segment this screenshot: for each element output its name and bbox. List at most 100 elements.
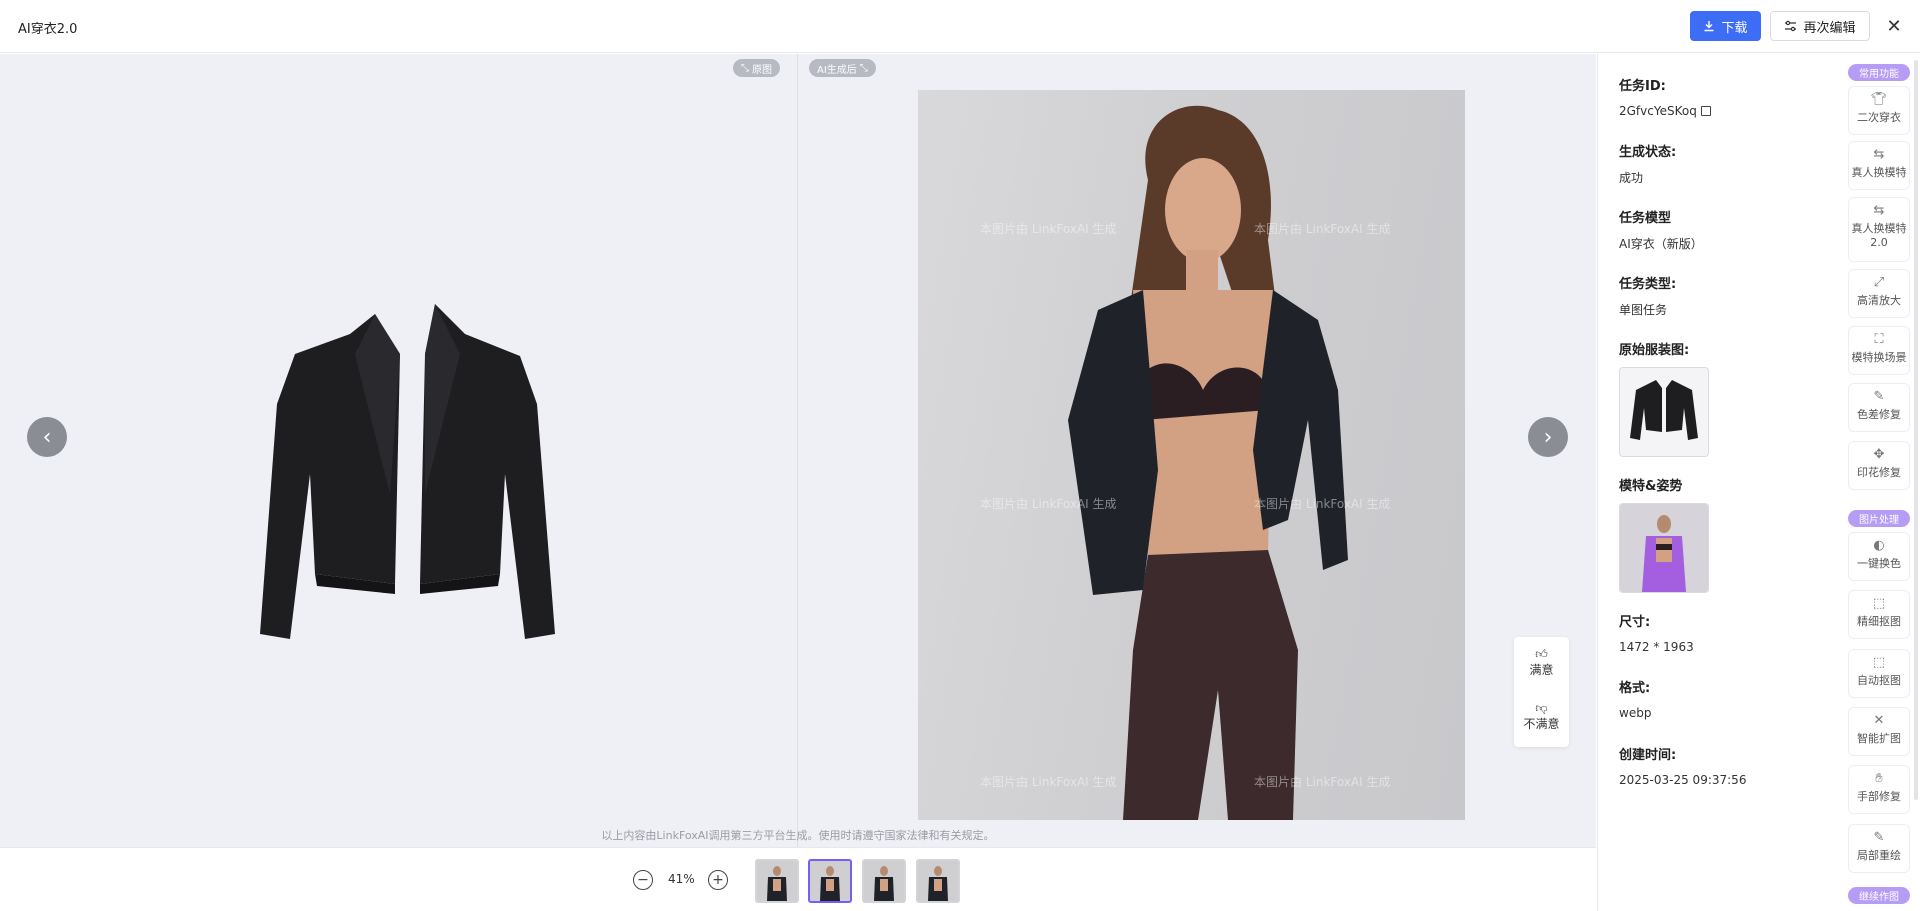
close-icon[interactable]: ✕: [1883, 15, 1905, 37]
zoom-in-icon[interactable]: +: [708, 870, 728, 890]
zoom-footer: − 41% +: [0, 847, 1596, 911]
result-thumbnail[interactable]: [862, 859, 906, 903]
swap-icon: ⇆: [1873, 203, 1885, 218]
tool-expand[interactable]: ✕ 智能扩图: [1848, 707, 1910, 756]
task-info-panel: 任务ID: 2GfvcYeSKoq 生成状态: 成功 任务模型 AI穿衣（新版）…: [1597, 54, 1841, 911]
created-label: 创建时间:: [1619, 748, 1677, 763]
category-image: 图片处理: [1848, 510, 1910, 527]
ai-result-image: 本图片由 LinkFoxAI 生成 本图片由 LinkFoxAI 生成 本图片由…: [918, 90, 1465, 820]
next-arrow-icon[interactable]: ›: [1528, 417, 1568, 457]
task-id-value: 2GfvcYeSKoq: [1619, 104, 1697, 118]
copy-icon[interactable]: [1700, 106, 1711, 116]
auto-cutout-icon: ⬚: [1872, 655, 1886, 670]
task-id-label: 任务ID:: [1619, 79, 1666, 94]
original-image-pill: ⤡ 原图: [733, 59, 780, 77]
format-value: webp: [1619, 706, 1652, 720]
satisfied-button[interactable]: 👍︎ 满意: [1514, 647, 1569, 678]
size-label: 尺寸:: [1619, 615, 1651, 630]
tool-label: 手部修复: [1857, 790, 1901, 803]
feature-toolbar: 常用功能 👕︎ 二次穿衣 ⇆ 真人换模特 ⇆ 真人换模特2.0 ⤢ 高清放大 ⛶…: [1842, 54, 1920, 911]
watermark: 本图片由 LinkFoxAI 生成: [1254, 222, 1391, 236]
thumbs-down-icon: 👎︎: [1535, 701, 1548, 715]
compare-divider[interactable]: [797, 54, 798, 847]
expand-icon: ✕: [1873, 713, 1885, 728]
tool-label: 局部重绘: [1857, 849, 1901, 862]
model-value: AI穿衣（新版）: [1619, 237, 1703, 251]
type-value: 单图任务: [1619, 303, 1668, 317]
recolor-icon: ◐: [1873, 538, 1885, 553]
watermark: 本图片由 LinkFoxAI 生成: [980, 497, 1117, 511]
swap-icon: ⇆: [1873, 147, 1885, 162]
tool-inpaint[interactable]: ✎ 局部重绘: [1848, 824, 1910, 873]
download-label: 下载: [1721, 20, 1748, 36]
brush-icon: ✎: [1873, 389, 1885, 404]
model-pose-thumbnail[interactable]: [1619, 503, 1709, 593]
watermark: 本图片由 LinkFoxAI 生成: [1254, 775, 1391, 789]
scene-icon: ⛶: [1874, 332, 1884, 347]
tool-label: 自动抠图: [1857, 674, 1901, 687]
status-label: 生成状态:: [1619, 145, 1677, 160]
reedit-label: 再次编辑: [1803, 20, 1856, 36]
thumbs-up-icon: 👍︎: [1535, 647, 1548, 661]
original-garment-thumbnail[interactable]: [1619, 367, 1709, 457]
tool-color-fix[interactable]: ✎ 色差修复: [1848, 383, 1910, 432]
expand-icon: ⤡: [859, 62, 868, 74]
upscale-icon: ⤢: [1873, 275, 1885, 290]
reedit-button[interactable]: 再次编辑: [1770, 11, 1870, 41]
category-continue: 继续作图: [1848, 887, 1910, 904]
created-value: 2025-03-25 09:37:56: [1619, 773, 1747, 787]
tool-label: 色差修复: [1857, 408, 1901, 421]
tool-auto-cutout[interactable]: ⬚ 自动抠图: [1848, 649, 1910, 698]
satisfied-label: 满意: [1529, 663, 1554, 677]
tool-second-dress[interactable]: 👕︎ 二次穿衣: [1848, 86, 1910, 135]
tool-recolor[interactable]: ◐ 一键换色: [1848, 532, 1910, 581]
original-pill-label: 原图: [752, 64, 772, 76]
result-thumbnail[interactable]: [755, 859, 799, 903]
hand-icon: ✋︎: [1875, 771, 1883, 786]
tool-scene[interactable]: ⛶ 模特换场景: [1848, 326, 1910, 375]
tool-label: 高清放大: [1857, 294, 1901, 307]
format-label: 格式:: [1619, 681, 1651, 696]
original-garment-image: [255, 294, 555, 674]
unsatisfied-button[interactable]: 👎︎ 不满意: [1514, 701, 1569, 732]
sliders-icon: [1785, 20, 1797, 32]
model-label: 任务模型: [1619, 211, 1672, 226]
tool-replace-model[interactable]: ⇆ 真人换模特: [1848, 141, 1910, 190]
tool-replace-model-2[interactable]: ⇆ 真人换模特2.0: [1848, 197, 1910, 262]
ai-result-pill: AI生成后 ⤡: [809, 59, 876, 77]
tool-label: 精细抠图: [1857, 615, 1901, 628]
app-title: AI穿衣2.0: [18, 22, 78, 37]
zoom-out-icon[interactable]: −: [633, 870, 653, 890]
result-thumbnail-selected[interactable]: [808, 859, 852, 903]
top-bar: AI穿衣2.0 下载 再次编辑 ✕: [0, 0, 1920, 53]
cutout-icon: ⬚: [1872, 596, 1886, 611]
print-icon: ✥: [1873, 447, 1885, 462]
tool-fine-cutout[interactable]: ⬚ 精细抠图: [1848, 590, 1910, 639]
tool-label: 一键换色: [1857, 557, 1901, 570]
download-button[interactable]: 下载: [1690, 11, 1761, 41]
tool-label: 模特换场景: [1851, 351, 1907, 364]
tool-upscale[interactable]: ⤢ 高清放大: [1848, 269, 1910, 318]
watermark: 本图片由 LinkFoxAI 生成: [980, 775, 1117, 789]
size-value: 1472 * 1963: [1619, 640, 1694, 654]
toolbar-scrollbar[interactable]: [1914, 60, 1918, 800]
download-icon: [1704, 21, 1714, 32]
type-label: 任务类型:: [1619, 277, 1677, 292]
task-id-row: 2GfvcYeSKoq: [1619, 104, 1711, 118]
result-thumbnail[interactable]: [916, 859, 960, 903]
tool-hand-fix[interactable]: ✋︎ 手部修复: [1848, 765, 1910, 814]
tool-print-fix[interactable]: ✥ 印花修复: [1848, 441, 1910, 490]
edit-icon: ✎: [1873, 830, 1885, 845]
tool-label: 真人换模特2.0: [1851, 222, 1907, 249]
watermark: 本图片由 LinkFoxAI 生成: [1254, 497, 1391, 511]
prev-arrow-icon[interactable]: ‹: [27, 417, 67, 457]
feedback-panel: 👍︎ 满意 👎︎ 不满意: [1514, 637, 1569, 747]
disclaimer-text: 以上内容由LinkFoxAI调用第三方平台生成。使用时请遵守国家法律和有关规定。: [601, 829, 995, 842]
zoom-level: 41%: [668, 872, 695, 886]
tool-label: 智能扩图: [1857, 732, 1901, 745]
model-pose-label: 模特&姿势: [1619, 479, 1683, 494]
ai-pill-label: AI生成后: [817, 64, 857, 76]
tool-label: 真人换模特: [1851, 166, 1907, 179]
watermark: 本图片由 LinkFoxAI 生成: [980, 222, 1117, 236]
compare-stage: ⤡ 原图 AI生成后 ⤡ ‹ › 本图片由 LinkFoxAI 生成 本图片由 …: [0, 54, 1596, 847]
